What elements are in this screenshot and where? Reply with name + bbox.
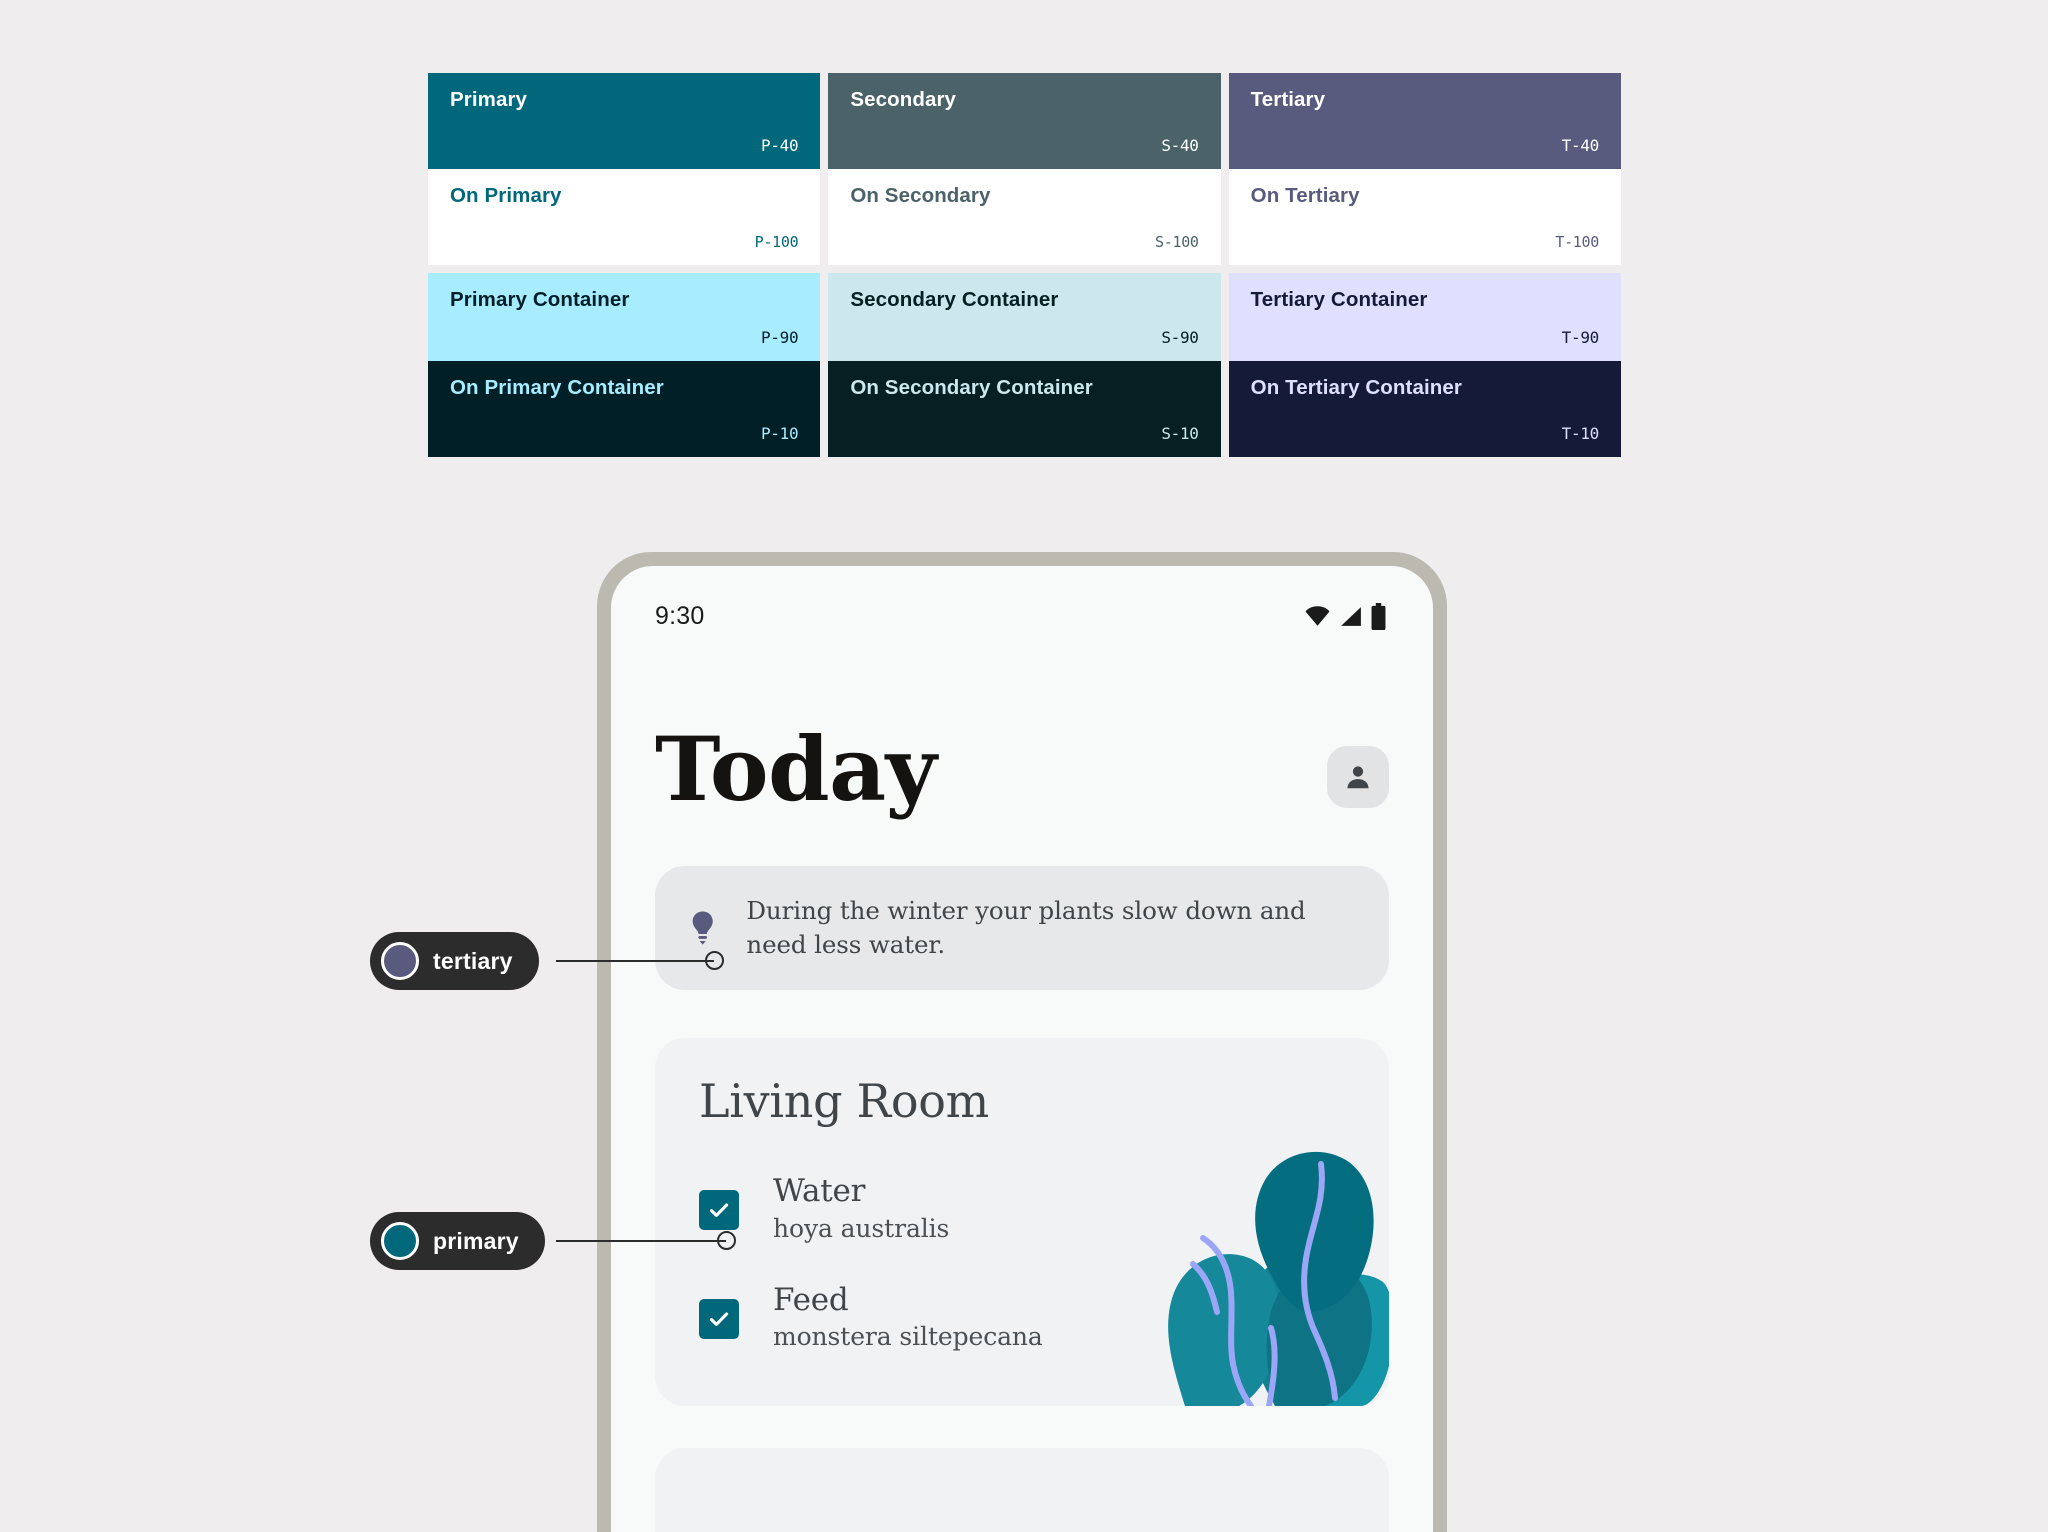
swatch-name: Secondary (850, 88, 957, 111)
swatch-name: Tertiary (1250, 88, 1326, 111)
swatch-code: T-40 (1561, 136, 1600, 155)
swatch-code: P-100 (754, 233, 799, 251)
swatch-code: T-100 (1555, 233, 1599, 251)
wifi-icon (1305, 606, 1330, 626)
task-text: Feed monstera siltepecana (773, 1281, 1043, 1352)
next-room-card[interactable] (655, 1447, 1389, 1532)
annotation-pill-tertiary[interactable]: tertiary (370, 932, 539, 990)
task-plant-name: monstera siltepecana (773, 1322, 1043, 1352)
swatch-code: S-40 (1161, 136, 1199, 155)
lightbulb-icon (692, 911, 713, 945)
swatch-code: S-90 (1161, 328, 1199, 347)
annotation-color-dot (381, 1222, 419, 1260)
swatch-name: On Tertiary (1250, 184, 1360, 207)
status-bar-icons (1304, 602, 1387, 630)
annotation-line-primary (556, 1240, 726, 1242)
task-checkbox[interactable] (699, 1298, 739, 1339)
swatch-code: P-10 (760, 424, 799, 443)
task-name: Water (773, 1173, 866, 1210)
swatch-code: S-100 (1155, 233, 1199, 251)
swatch-name: On Primary (450, 184, 562, 207)
task-row[interactable]: Water hoya australis (699, 1174, 1389, 1243)
swatch-code: T-10 (1561, 424, 1600, 443)
task-row[interactable]: Feed monstera siltepecana (699, 1281, 1389, 1352)
swatch-name: On Secondary Container (850, 376, 1093, 399)
color-swatch: Tertiary T-40 (1228, 73, 1621, 169)
swatch-code: P-40 (760, 136, 799, 155)
swatch-code: T-90 (1561, 328, 1600, 347)
swatch-name: Primary (450, 88, 528, 111)
battery-icon (1371, 602, 1386, 630)
task-text: Water hoya australis (773, 1174, 949, 1243)
annotation-line-tertiary (556, 960, 714, 962)
color-swatch: On Tertiary Container T-10 (1228, 361, 1621, 457)
phone-screen: 9:30 Today During the winter your plants… (611, 566, 1433, 1532)
annotation-color-dot (381, 942, 419, 980)
annotation-endpoint-tertiary (705, 951, 724, 970)
annotation-endpoint-primary (717, 1231, 736, 1250)
annotation-label: primary (433, 1227, 519, 1254)
swatch-code: P-90 (760, 328, 799, 347)
annotation-label: tertiary (433, 947, 513, 974)
page-header: Today (611, 644, 1433, 821)
room-card[interactable]: Living Room Water hoya australis Feed mo… (655, 1037, 1389, 1406)
task-plant-name: hoya australis (773, 1213, 950, 1243)
color-swatch: Secondary S-40 (828, 73, 1221, 169)
task-name: Feed (773, 1281, 849, 1318)
color-swatch: On Tertiary T-100 (1228, 169, 1621, 265)
color-swatch: Primary P-40 (428, 73, 821, 169)
color-swatch: Tertiary Container T-90 (1228, 273, 1621, 361)
color-swatch: Primary Container P-90 (428, 273, 821, 361)
phone-frame: 9:30 Today During the winter your plants… (597, 552, 1447, 1532)
tip-text: During the winter your plants slow down … (746, 895, 1306, 959)
swatch-name: On Tertiary Container (1250, 376, 1462, 399)
check-icon (709, 1312, 729, 1326)
swatch-name: Tertiary Container (1250, 288, 1428, 311)
color-swatch-grid: Primary P-40 Secondary S-40 Tertiary T-40 On P… (428, 73, 1621, 457)
swatch-name: On Secondary (850, 184, 991, 207)
task-list: Water hoya australis Feed monstera silte… (699, 1174, 1389, 1351)
task-checkbox[interactable] (699, 1190, 739, 1231)
page-title: Today (655, 717, 937, 821)
color-swatch: On Primary P-100 (428, 169, 821, 265)
color-swatch: On Primary Container P-10 (428, 361, 821, 457)
person-icon (1347, 766, 1369, 789)
swatch-name: Primary Container (450, 288, 630, 311)
status-bar-time: 9:30 (655, 601, 705, 630)
cell-signal-icon (1341, 606, 1361, 626)
swatch-name: Secondary Container (850, 288, 1059, 311)
annotation-pill-primary[interactable]: primary (370, 1212, 545, 1270)
color-swatch: On Secondary S-100 (828, 169, 1221, 265)
avatar-button[interactable] (1327, 745, 1389, 808)
swatch-code: S-10 (1161, 424, 1199, 443)
swatch-name: On Primary Container (450, 376, 664, 399)
color-swatch: Secondary Container S-90 (828, 273, 1221, 361)
status-bar: 9:30 (611, 566, 1433, 644)
color-swatch: On Secondary Container S-10 (828, 361, 1221, 457)
tip-card[interactable]: During the winter your plants slow down … (655, 865, 1389, 990)
check-icon (709, 1203, 729, 1218)
